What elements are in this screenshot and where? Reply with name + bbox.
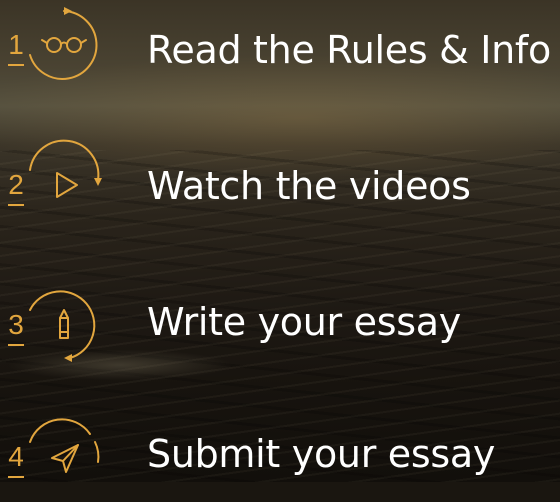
step-watch-videos[interactable]: 2 Watch the videos [0,139,560,230]
step-badge: 1 [0,0,125,90]
step-label: Write your essay [147,300,461,344]
step-label: Submit your essay [147,432,496,476]
step-badge: 3 [0,280,125,370]
step-submit-essay[interactable]: 4 Submit your essay [0,412,560,502]
send-icon [51,444,79,473]
play-icon [56,172,78,198]
glasses-icon [41,37,87,53]
step-badge: 2 [0,139,125,230]
step-badge: 4 [0,412,125,502]
step-label: Read the Rules & Info [147,28,551,72]
pencil-icon [59,309,69,339]
step-write-essay[interactable]: 3 Write your essay [0,280,560,370]
step-label: Watch the videos [147,164,471,208]
step-read-rules[interactable]: 1 Read the Rules & Info [0,0,560,90]
